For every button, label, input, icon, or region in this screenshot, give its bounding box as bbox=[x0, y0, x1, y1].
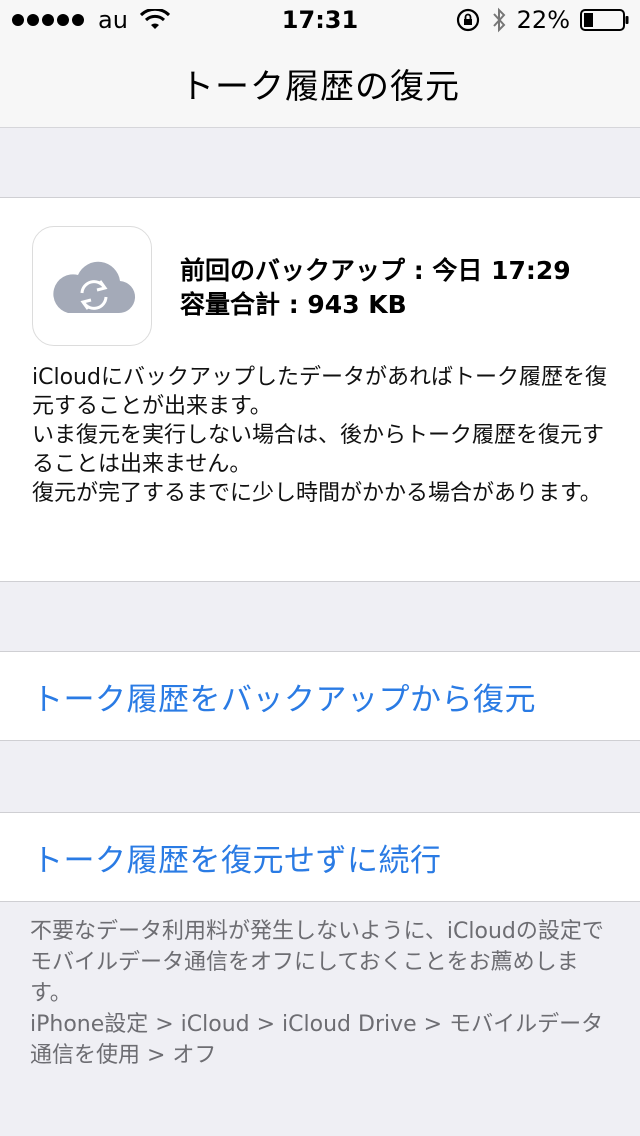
navigation-bar: トーク履歴の復元 bbox=[0, 40, 640, 128]
total-size-label: 容量合計 : 943 KB bbox=[180, 290, 407, 319]
battery-percent: 22% bbox=[516, 6, 570, 34]
cloud-sync-icon bbox=[53, 261, 136, 314]
status-right: 22% bbox=[455, 0, 630, 40]
continue-without-restore-label: トーク履歴を復元せずに続行 bbox=[32, 842, 442, 879]
continue-without-restore-button[interactable]: トーク履歴を復元せずに続行 bbox=[0, 812, 640, 902]
footer-settings-path: iPhone設定 > iCloud > iCloud Drive > モバイルデ… bbox=[30, 1012, 604, 1068]
rotation-lock-icon bbox=[456, 8, 479, 32]
battery-icon bbox=[580, 9, 629, 31]
footer-note-text: 不要なデータ利用料が発生しないように、iCloudの設定でモバイルデータ通信をオ… bbox=[30, 919, 604, 1006]
backup-summary: 前回のバックアップ : 今日 17:29 容量合計 : 943 KB bbox=[180, 254, 571, 322]
footer-note: 不要なデータ利用料が発生しないように、iCloudの設定でモバイルデータ通信をオ… bbox=[30, 916, 615, 1071]
restore-from-backup-button[interactable]: トーク履歴をバックアップから復元 bbox=[0, 651, 640, 741]
status-bar: au 17:31 22% bbox=[0, 0, 640, 40]
page-title: トーク履歴の復元 bbox=[180, 67, 460, 107]
description-line: 復元が完了するまでに少し時間がかかる場合があります。 bbox=[32, 481, 602, 506]
last-backup-label: 前回のバックアップ : 今日 17:29 bbox=[180, 256, 571, 285]
description-line: いま復元を実行しない場合は、後からトーク履歴を復元することは出来ません。 bbox=[32, 423, 605, 477]
bluetooth-icon bbox=[492, 7, 506, 33]
restore-description: iCloudにバックアップしたデータがあればトーク履歴を復元することが出来ます。… bbox=[32, 363, 612, 508]
description-line: iCloudにバックアップしたデータがあればトーク履歴を復元することが出来ます。 bbox=[32, 365, 607, 419]
backup-app-icon bbox=[32, 226, 152, 346]
backup-info-card: 前回のバックアップ : 今日 17:29 容量合計 : 943 KB iClou… bbox=[0, 197, 640, 582]
restore-from-backup-label: トーク履歴をバックアップから復元 bbox=[32, 681, 536, 718]
